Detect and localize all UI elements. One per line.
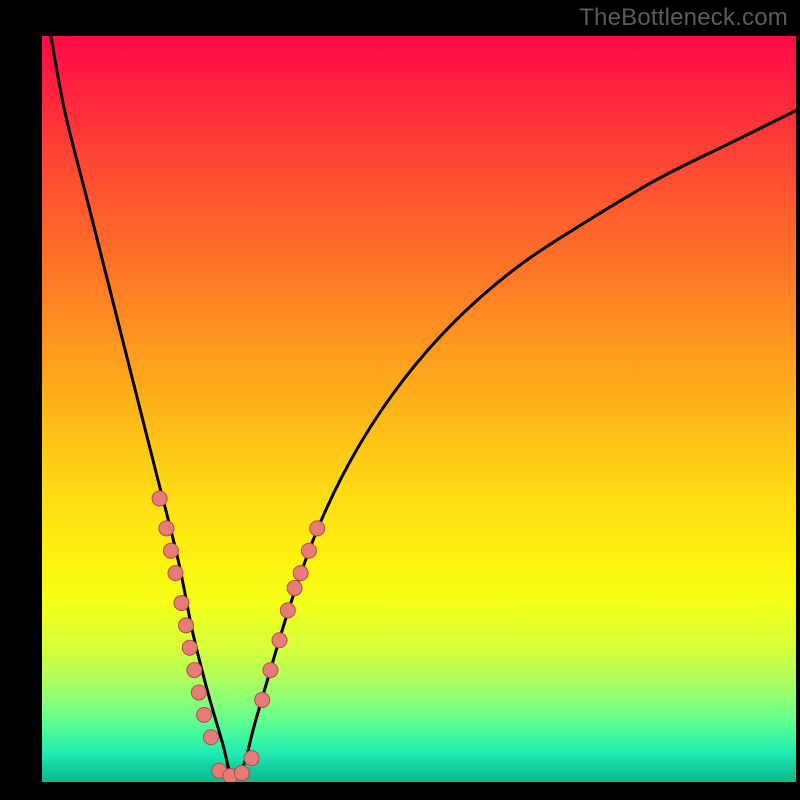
- data-dot: [301, 543, 316, 558]
- watermark-text: TheBottleneck.com: [579, 4, 788, 32]
- data-dot: [163, 543, 178, 558]
- chart-frame: TheBottleneck.com: [0, 0, 800, 800]
- data-dots: [152, 491, 325, 782]
- data-dot: [197, 707, 212, 722]
- data-dot: [280, 603, 295, 618]
- data-dot: [234, 766, 249, 781]
- data-dot: [191, 685, 206, 700]
- data-dot: [152, 491, 167, 506]
- data-dot: [244, 751, 259, 766]
- data-dot: [182, 640, 197, 655]
- plot-area: [42, 36, 796, 782]
- data-dot: [272, 633, 287, 648]
- plot-svg: [42, 36, 796, 782]
- data-dot: [293, 566, 308, 581]
- data-dot: [168, 566, 183, 581]
- data-dot: [287, 581, 302, 596]
- data-dot: [263, 663, 278, 678]
- data-dot: [174, 595, 189, 610]
- data-dot: [179, 618, 194, 633]
- bottleneck-curve: [50, 36, 796, 777]
- data-dot: [187, 663, 202, 678]
- data-dot: [159, 521, 174, 536]
- data-dot: [310, 521, 325, 536]
- data-dot: [255, 692, 270, 707]
- data-dot: [203, 730, 218, 745]
